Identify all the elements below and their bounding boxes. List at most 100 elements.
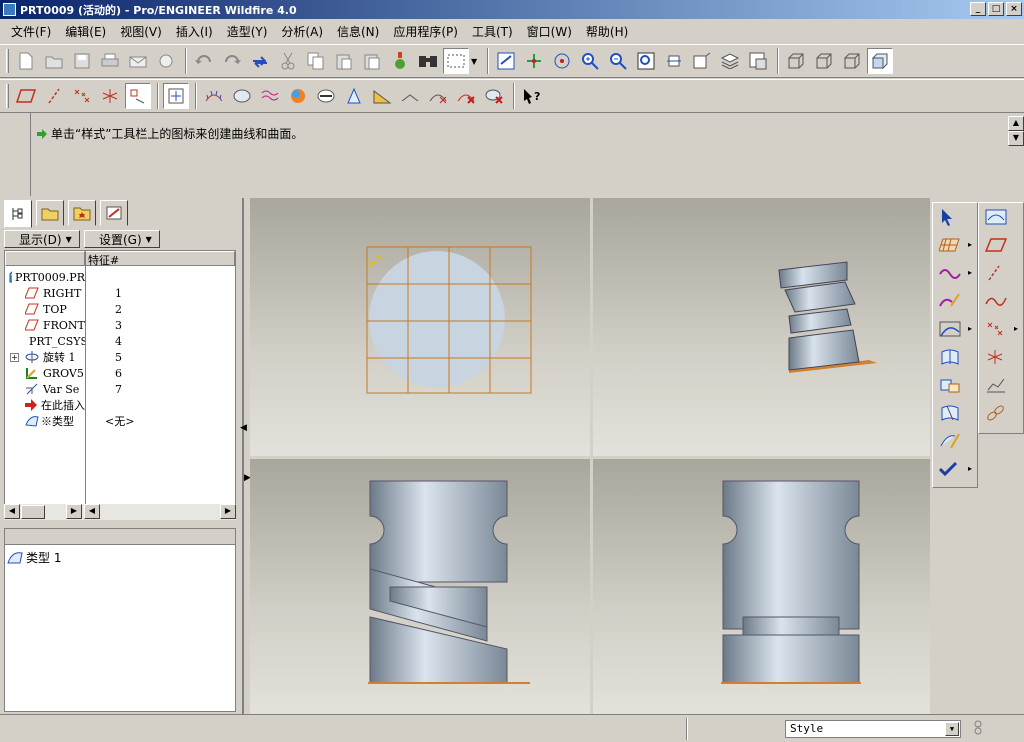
minimize-button[interactable]: _ xyxy=(970,2,986,16)
expand-icon[interactable]: + xyxy=(10,352,19,362)
scroll-right-icon[interactable]: ▶ xyxy=(220,504,236,519)
menu-analysis[interactable]: 分析(A) xyxy=(274,23,330,40)
datum-axis-button[interactable] xyxy=(979,259,1021,287)
section-icon[interactable] xyxy=(229,83,255,109)
menu-tools[interactable]: 工具(T) xyxy=(465,23,520,40)
paste-special-icon[interactable] xyxy=(359,48,385,74)
curvature-icon[interactable] xyxy=(201,83,227,109)
send-link-icon[interactable] xyxy=(153,48,179,74)
display-datum-icon[interactable] xyxy=(163,83,189,109)
datum-csys-button[interactable] xyxy=(979,343,1021,371)
cut-icon[interactable] xyxy=(275,48,301,74)
panel-splitter[interactable]: ◀ ▶ xyxy=(240,198,251,714)
connect-surface-button[interactable] xyxy=(933,371,975,399)
menu-help[interactable]: 帮助(H) xyxy=(579,23,635,40)
datum-plane-button[interactable] xyxy=(979,231,1021,259)
remove-curvature-icon[interactable] xyxy=(453,83,479,109)
tab-model-tree[interactable] xyxy=(4,200,32,228)
selection-box-icon[interactable] xyxy=(443,48,469,74)
trim-surface-button[interactable] xyxy=(933,399,975,427)
scroll-up-icon[interactable]: ▲ xyxy=(1008,116,1024,131)
view-manager-icon[interactable] xyxy=(745,48,771,74)
remove-analysis-icon[interactable] xyxy=(425,83,451,109)
datum-point-button[interactable]: ▸ xyxy=(979,315,1021,343)
analysis-feature-button[interactable] xyxy=(979,371,1021,399)
scroll-thumb[interactable] xyxy=(21,505,45,519)
send-mail-icon[interactable] xyxy=(125,48,151,74)
active-plane-button[interactable]: ▸ xyxy=(933,231,975,259)
analysis-feature-icon[interactable] xyxy=(125,83,151,109)
scroll-left-icon[interactable]: ◀ xyxy=(84,504,100,519)
tree-horizontal-scrollbar[interactable]: ◀ ▶ ◀ ▶ xyxy=(4,504,236,520)
curve-analysis-button[interactable]: ▸ xyxy=(933,315,975,343)
tree-column-header[interactable] xyxy=(5,251,85,266)
tab-connections[interactable] xyxy=(100,200,128,226)
settings-dropdown[interactable]: 设置(G) ▼ xyxy=(84,230,160,248)
draft-check-icon[interactable] xyxy=(341,83,367,109)
create-surface-button[interactable] xyxy=(933,343,975,371)
maximize-button[interactable]: □ xyxy=(988,2,1004,16)
zoom-in-icon[interactable] xyxy=(577,48,603,74)
menu-info[interactable]: 信息(N) xyxy=(330,23,386,40)
print-icon[interactable] xyxy=(97,48,123,74)
scroll-right-icon[interactable]: ▶ xyxy=(66,504,82,519)
edit-curve-button[interactable] xyxy=(933,287,975,315)
chevron-down-icon[interactable]: ▼ xyxy=(471,57,477,66)
saved-views-icon[interactable] xyxy=(689,48,715,74)
hidden-line-icon[interactable] xyxy=(811,48,837,74)
context-help-icon[interactable]: ? xyxy=(519,83,545,109)
menu-style[interactable]: 造型(Y) xyxy=(220,23,275,40)
paste-icon[interactable] xyxy=(331,48,357,74)
repaint-icon[interactable] xyxy=(493,48,519,74)
create-curve-button[interactable]: ▸ xyxy=(933,259,975,287)
reflection-icon[interactable] xyxy=(313,83,339,109)
filter-select[interactable]: Style ▼ xyxy=(785,720,961,738)
chain-button[interactable] xyxy=(979,399,1021,427)
viewport-top-right[interactable] xyxy=(593,198,930,456)
edit-surface-button[interactable] xyxy=(933,427,975,455)
save-icon[interactable] xyxy=(69,48,95,74)
copy-icon[interactable] xyxy=(303,48,329,74)
zoom-out-icon[interactable] xyxy=(605,48,631,74)
menu-applications[interactable]: 应用程序(P) xyxy=(386,23,465,40)
undo-icon[interactable] xyxy=(191,48,217,74)
datum-axis-icon[interactable] xyxy=(41,83,67,109)
close-button[interactable]: × xyxy=(1006,2,1022,16)
no-hidden-icon[interactable] xyxy=(839,48,865,74)
chevron-down-icon[interactable]: ▼ xyxy=(945,722,959,736)
select-tool-button[interactable] xyxy=(933,203,975,231)
collapse-left-icon[interactable]: ◀ xyxy=(240,423,247,433)
model-player-icon[interactable] xyxy=(387,48,413,74)
open-file-icon[interactable] xyxy=(41,48,67,74)
shading-icon[interactable] xyxy=(867,48,894,74)
scroll-down-icon[interactable]: ▼ xyxy=(1008,131,1024,146)
menu-file[interactable]: 文件(F) xyxy=(4,23,58,40)
menu-view[interactable]: 视图(V) xyxy=(113,23,169,40)
done-button[interactable]: ▸ xyxy=(933,455,975,483)
datum-csys-icon[interactable] xyxy=(97,83,123,109)
wireframe-icon[interactable] xyxy=(783,48,809,74)
menu-edit[interactable]: 编辑(E) xyxy=(58,23,113,40)
regenerate-icon[interactable] xyxy=(247,48,273,74)
viewport-top-left[interactable] xyxy=(250,198,590,456)
orient-mode-icon[interactable] xyxy=(549,48,575,74)
viewport-bottom-right[interactable] xyxy=(593,459,930,714)
display-dropdown[interactable]: 显示(D) ▼ xyxy=(4,230,80,248)
tab-favorites[interactable] xyxy=(68,200,96,226)
remove-section-icon[interactable] xyxy=(481,83,507,109)
scroll-left-icon[interactable]: ◀ xyxy=(4,504,20,519)
surface-analysis-button[interactable] xyxy=(979,203,1021,231)
refit-icon[interactable] xyxy=(633,48,659,74)
reorient-icon[interactable] xyxy=(661,48,687,74)
menu-insert[interactable]: 插入(I) xyxy=(169,23,220,40)
viewport-bottom-left[interactable] xyxy=(250,459,590,714)
offset-curve-icon[interactable] xyxy=(257,83,283,109)
layers-icon[interactable] xyxy=(717,48,743,74)
message-scrollbar[interactable]: ▲ ▼ xyxy=(1008,116,1024,146)
spin-center-icon[interactable] xyxy=(521,48,547,74)
sketch-curve-button[interactable] xyxy=(979,287,1021,315)
datum-point-icon[interactable] xyxy=(69,83,95,109)
menu-window[interactable]: 窗口(W) xyxy=(520,23,579,40)
shaded-curvature-icon[interactable] xyxy=(285,83,311,109)
feature-number-header[interactable]: 特征# xyxy=(85,251,235,267)
